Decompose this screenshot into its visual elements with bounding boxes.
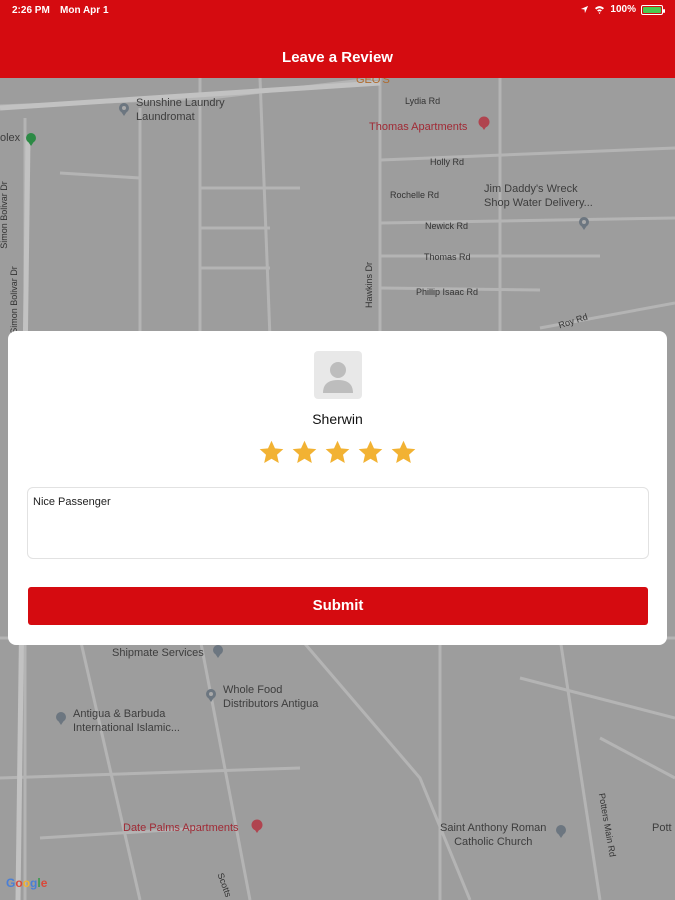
battery-charging-icon	[641, 4, 665, 15]
star-icon[interactable]	[324, 439, 351, 466]
map-label: Date Palms Apartments	[123, 822, 239, 834]
map-label: Simon Bolivar Dr	[8, 266, 19, 334]
location-arrow-icon	[581, 5, 589, 14]
map-label: GEO'S	[356, 78, 390, 86]
map-label: Phillip Isaac Rd	[416, 287, 479, 297]
map-pin-icon[interactable]	[477, 116, 491, 130]
map-pin-icon[interactable]	[250, 819, 264, 833]
star-icon[interactable]	[357, 439, 384, 466]
status-date: Mon Apr 1	[60, 5, 109, 16]
map-pin-icon[interactable]	[211, 644, 225, 658]
map-label: Newick Rd	[425, 221, 469, 231]
map-label: Sunshine Laundry Laundromat	[136, 97, 225, 123]
map-label: Shipmate Services	[112, 647, 204, 659]
map-label: Rochelle Rd	[390, 190, 440, 200]
map-label: Lydia Rd	[405, 96, 441, 106]
google-logo-text: Google	[6, 876, 48, 890]
map-pin-icon[interactable]	[24, 132, 38, 146]
map-label: Saint Anthony Roman Catholic Church	[440, 822, 547, 848]
map-label: Holly Rd	[430, 157, 465, 167]
status-indicators: 100%	[580, 4, 665, 15]
battery-level	[643, 6, 661, 13]
wifi-icon	[595, 6, 605, 14]
map-pin-icon[interactable]	[117, 102, 131, 116]
map-pin-icon[interactable]	[577, 216, 591, 230]
map-label: Thomas Apartments	[369, 121, 468, 133]
star-rating[interactable]	[8, 439, 667, 466]
avatar	[314, 351, 362, 399]
review-dialog: Sherwin Nice Passenger Submit	[8, 331, 667, 645]
star-icon[interactable]	[390, 439, 417, 466]
review-comment-input[interactable]: Nice Passenger	[27, 487, 649, 559]
status-bar: 2:26 PM Mon Apr 1 100%	[0, 0, 675, 22]
battery-percent: 100%	[610, 4, 636, 15]
map-label: Simon Bolivar Dr	[0, 181, 9, 249]
submit-button[interactable]: Submit	[28, 587, 648, 625]
reviewee-name: Sherwin	[312, 411, 363, 427]
map-pin-icon[interactable]	[54, 711, 68, 725]
map-pin-icon[interactable]	[204, 688, 218, 702]
map-label: olex	[0, 132, 21, 144]
star-icon[interactable]	[258, 439, 285, 466]
map-label: Thomas Rd	[424, 252, 471, 262]
map-label: Jim Daddy's Wreck Shop Water Delivery...	[484, 183, 593, 209]
star-icon[interactable]	[291, 439, 318, 466]
status-time: 2:26 PM	[12, 5, 50, 16]
map-label: Hawkins Dr	[364, 261, 375, 309]
map-label: Pott	[652, 822, 672, 834]
google-logo: Google	[6, 876, 47, 890]
map-label: Whole Food Distributors Antigua	[223, 684, 319, 710]
page-title: Leave a Review	[282, 49, 393, 66]
app-header: 2:26 PM Mon Apr 1 100% Leave a Review	[0, 0, 675, 78]
map-label: Antigua & Barbuda International Islamic.…	[73, 708, 180, 734]
map-pin-icon[interactable]	[554, 824, 568, 838]
user-avatar-icon	[323, 362, 353, 393]
